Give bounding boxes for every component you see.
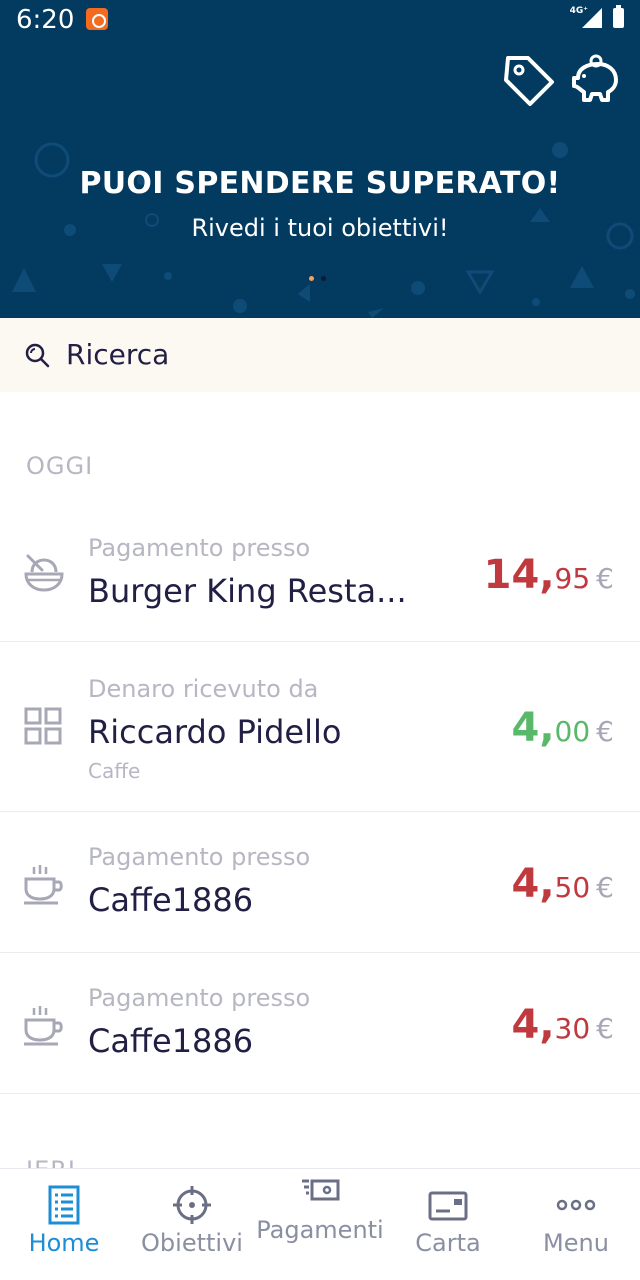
coffee-cup-icon [24,1006,63,1046]
nav-pagamenti[interactable]: Pagamenti [256,1169,384,1280]
amount-integer: 4, [511,1002,555,1048]
nav-carta[interactable]: Carta [384,1169,512,1280]
carousel-dot [321,276,326,281]
signal-icon [582,8,602,28]
transaction-row[interactable]: Pagamento presso Caffe1886 4,30 € [0,954,640,1094]
amount-decimal: 50 [554,871,591,904]
more-dots-icon [556,1199,596,1211]
amount-integer: 4, [511,861,555,907]
transaction-name: Riccardo Pidello [88,713,342,751]
nav-label: Home [28,1229,100,1257]
transaction-name: Caffe1886 [88,881,254,919]
transaction-name: Burger King Resta... [88,572,407,610]
section-today: OGGI [26,452,94,480]
nav-home[interactable]: Home [0,1169,128,1280]
transaction-note: Caffe [88,759,141,783]
piggy-bank-icon[interactable] [568,52,624,108]
status-time: 6:20 [16,5,75,35]
nav-obiettivi[interactable]: Obiettivi [128,1169,256,1280]
amount-decimal: 00 [554,715,591,748]
hero-title: PUOI SPENDERE SUPERATO! [79,166,561,201]
transaction-type: Pagamento presso [88,984,311,1012]
nav-label: Pagamenti [256,1216,384,1244]
transaction-type: Pagamento presso [88,534,311,562]
nav-label: Obiettivi [141,1229,243,1257]
amount-decimal: 30 [554,1012,591,1045]
home-list-icon [48,1185,80,1225]
payments-icon [302,1179,340,1201]
transaction-amount: 4,30 € [512,1002,615,1048]
bottom-navigation: Home Obiettivi Pagamenti Carta Menu [0,1168,640,1280]
food-bowl-icon [24,554,64,592]
transaction-amount: 14,95 € [484,552,614,598]
transaction-amount: 4,50 € [512,861,615,907]
amount-currency: € [596,562,614,595]
notification-app-icon [86,8,108,30]
search-icon [25,343,50,368]
transaction-amount: 4,00 € [512,705,615,751]
transaction-row[interactable]: Pagamento presso Burger King Resta... 14… [0,512,640,642]
nav-menu[interactable]: Menu [512,1169,640,1280]
card-icon [428,1191,468,1221]
coffee-cup-icon [24,865,63,905]
carousel-indicator [309,266,333,285]
amount-currency: € [596,1012,614,1045]
carousel-dot-active [309,276,314,281]
tag-icon[interactable] [500,52,556,108]
status-bar: 6:20 4G⁺ [0,0,640,40]
target-icon [173,1186,211,1224]
transaction-type: Pagamento presso [88,843,311,871]
search-label: Ricerca [66,338,170,371]
transaction-row[interactable]: Denaro ricevuto da Riccardo Pidello Caff… [0,643,640,812]
transaction-type: Denaro ricevuto da [88,675,319,703]
hero-banner[interactable]: 6:20 4G⁺ PUOI SPENDERE SUPERATO! Rivedi … [0,0,640,318]
transaction-name: Caffe1886 [88,1022,254,1060]
amount-integer: 14, [483,552,555,598]
amount-integer: 4, [511,705,555,751]
search-bar[interactable]: Ricerca [0,318,640,392]
amount-decimal: 95 [554,562,591,595]
grid-icon [24,707,62,745]
amount-currency: € [596,715,614,748]
nav-label: Carta [415,1229,481,1257]
nav-label: Menu [543,1229,609,1257]
hero-subtitle: Rivedi i tuoi obiettivi! [191,214,449,242]
transaction-row[interactable]: Pagamento presso Caffe1886 4,50 € [0,813,640,953]
battery-icon [613,5,624,28]
amount-currency: € [596,871,614,904]
